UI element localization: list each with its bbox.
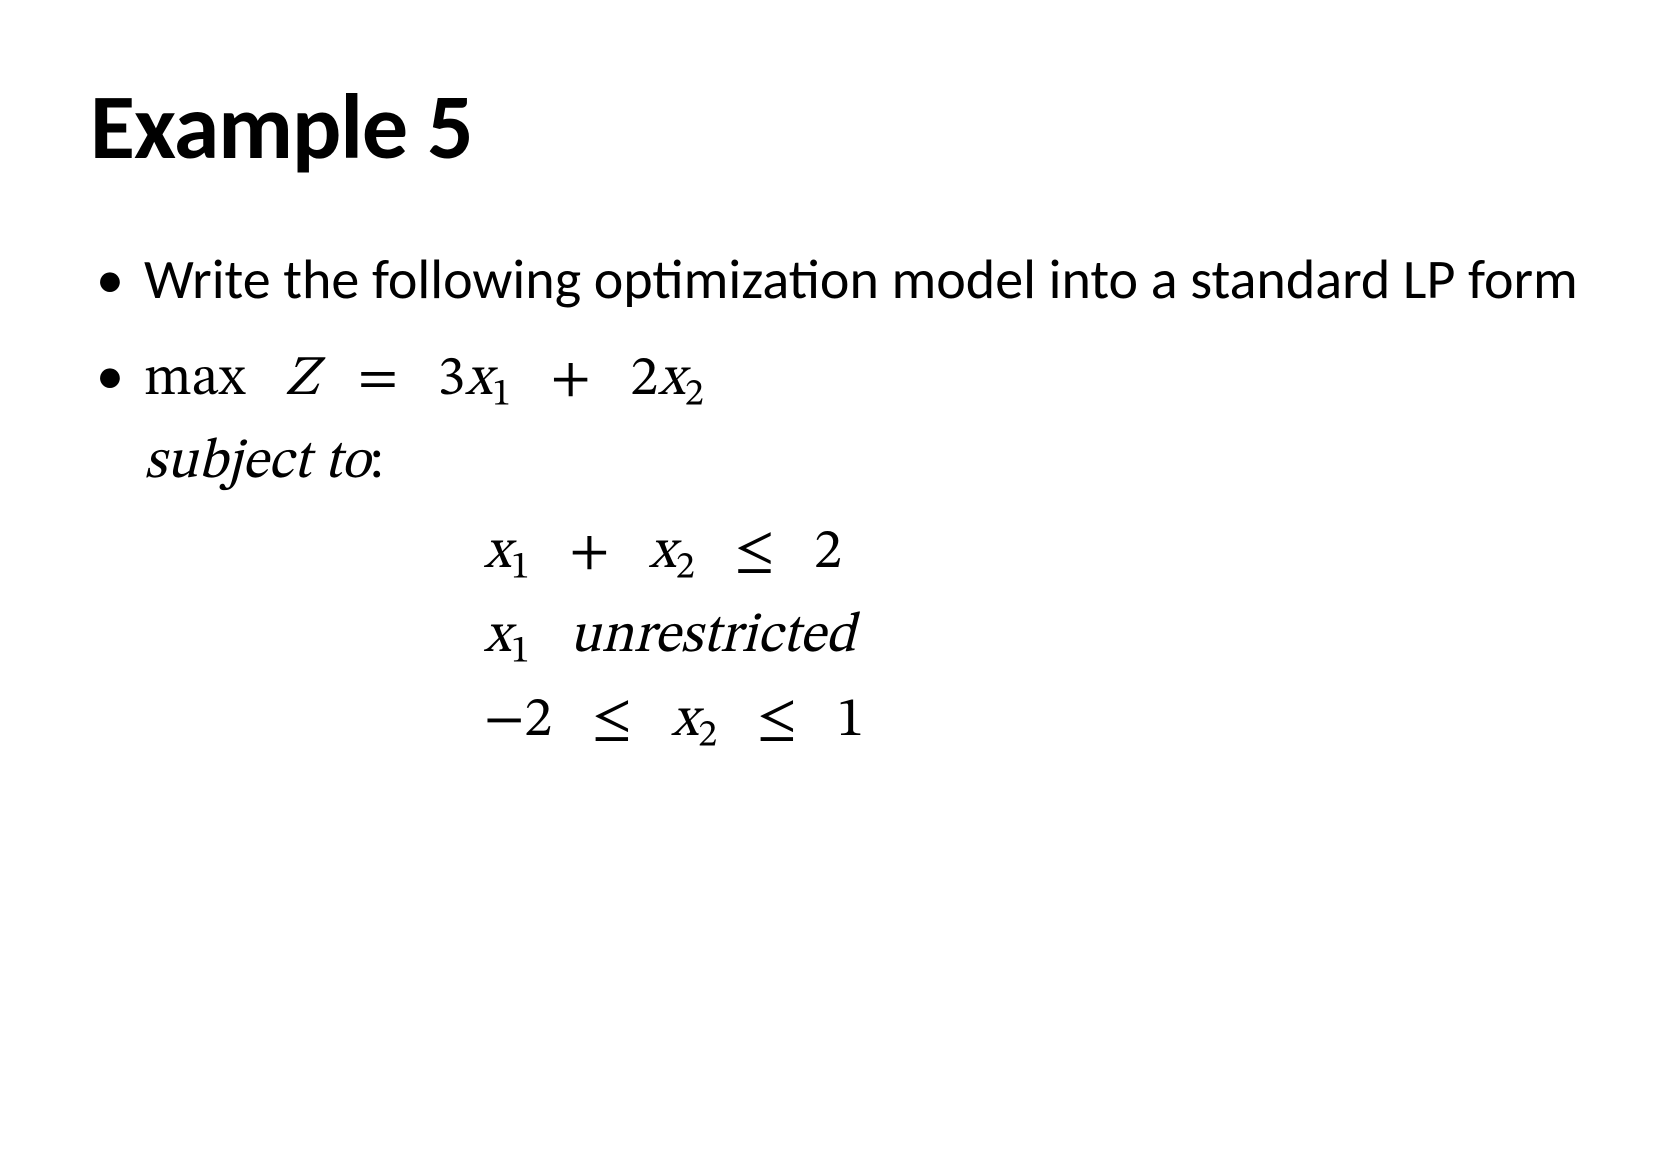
c3-rhs: 1 (836, 693, 864, 749)
c2-x1: x (484, 609, 511, 665)
c1-plus: + (569, 525, 609, 581)
bullet-instruction: Write the following optimization model i… (90, 243, 1578, 319)
constraint-2: x1 unrestricted (484, 597, 1578, 681)
max-label: max (144, 352, 245, 408)
c1-s2: 2 (676, 550, 695, 588)
coef-1: 3 (438, 352, 466, 408)
c3-x2: x (671, 693, 698, 749)
var-x2: x (658, 352, 685, 408)
sub-2: 2 (685, 376, 704, 414)
c3-lhs: −2 (484, 693, 552, 749)
constraints-block: x1 + x2 ≤ 2 x1 unrestricted −2 (484, 513, 1578, 765)
slide: Example 5 Write the following optimizati… (0, 0, 1668, 1167)
bullet-model: max Z = 3x1 + 2x2 subject to: x1 (90, 339, 1578, 765)
objective-line: max Z = 3x1 + 2x2 (144, 352, 704, 408)
plus: + (551, 352, 591, 408)
slide-title: Example 5 (90, 70, 1578, 183)
c2-text: unrestricted (569, 609, 855, 665)
c1-x2: x (649, 525, 676, 581)
constraint-1: x1 + x2 ≤ 2 (484, 513, 1578, 597)
c1-x1: x (484, 525, 511, 581)
c1-rhs: 2 (814, 525, 842, 581)
c3-le1: ≤ (592, 693, 632, 749)
subject-to-line: subject to: (144, 435, 384, 491)
subject-to-label: subject to (144, 435, 370, 491)
equals: = (358, 352, 398, 408)
c3-s2: 2 (698, 718, 717, 756)
coef-2: 2 (630, 352, 658, 408)
var-x1: x (465, 352, 492, 408)
constraint-3: −2 ≤ x2 ≤ 1 (484, 681, 1578, 765)
c2-s1: 1 (511, 634, 530, 672)
var-Z: Z (285, 352, 318, 408)
c1-le: ≤ (734, 525, 774, 581)
sub-1: 1 (492, 376, 511, 414)
c3-le2: ≤ (757, 693, 797, 749)
colon: : (370, 435, 384, 491)
slide-body: Write the following optimization model i… (90, 243, 1578, 765)
c1-s1: 1 (511, 550, 530, 588)
